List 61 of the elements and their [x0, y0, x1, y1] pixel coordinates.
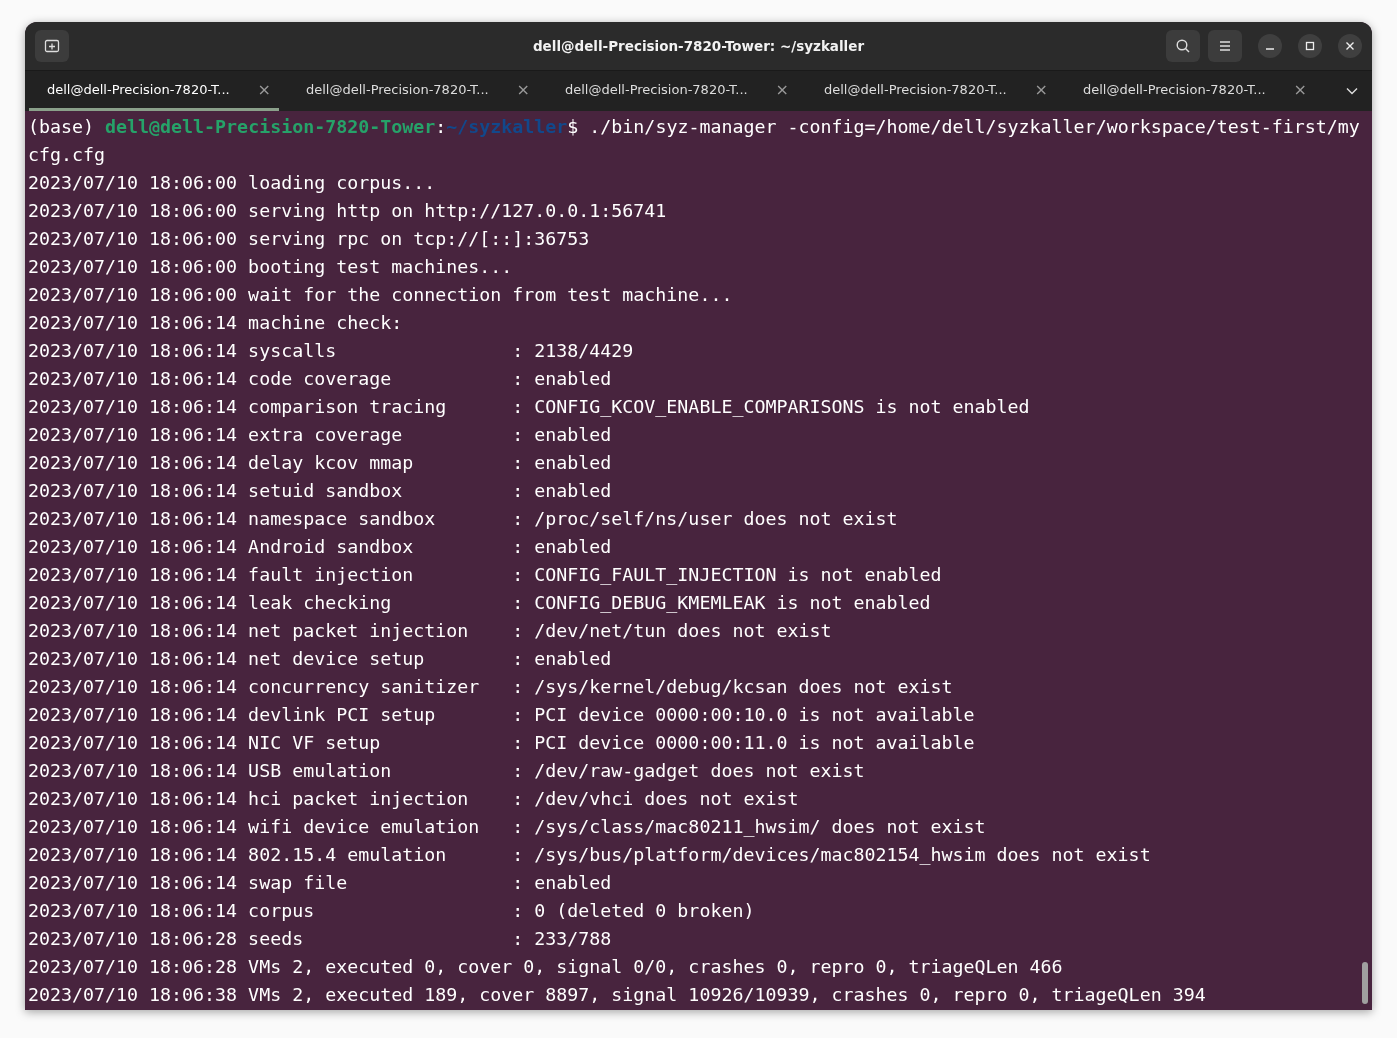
output-line: 2023/07/10 18:06:00 loading corpus... [28, 171, 436, 195]
output-line: 2023/07/10 18:06:14 extra coverage : enabled [28, 423, 612, 447]
tab-close-button[interactable]: × [1293, 80, 1307, 99]
terminal-tab[interactable]: dell@dell-Precision-7820-T... × [288, 71, 538, 111]
tab-label: dell@dell-Precision-7820-T... [306, 82, 489, 97]
minimize-icon [1266, 48, 1274, 50]
tab-label: dell@dell-Precision-7820-T... [1083, 82, 1266, 97]
chevron-down-icon [1346, 87, 1358, 95]
minimize-button[interactable] [1258, 34, 1282, 58]
search-icon [1175, 38, 1191, 54]
new-tab-icon [44, 38, 60, 54]
output-line: 2023/07/10 18:06:14 802.15.4 emulation : /sys/bus/platform/devices/mac802154_hwsim does not exist [28, 843, 1151, 867]
output-line: 2023/07/10 18:06:00 serving http on http://127.0.0.1:56741 [28, 199, 667, 223]
new-tab-button[interactable] [35, 30, 69, 62]
terminal-tab[interactable]: dell@dell-Precision-7820-T... × [29, 71, 279, 111]
output-line: 2023/07/10 18:06:28 seeds : 233/788 [28, 927, 612, 951]
close-button[interactable] [1338, 34, 1362, 58]
tab-close-button[interactable]: × [775, 80, 789, 99]
tab-label: dell@dell-Precision-7820-T... [565, 82, 748, 97]
output-line: 2023/07/10 18:06:14 syscalls : 2138/4429 [28, 339, 634, 363]
output-line: 2023/07/10 18:06:14 fault injection : CONFIG_FAULT_INJECTION is not enabled [28, 563, 942, 587]
scrollbar-thumb[interactable] [1362, 962, 1368, 1004]
maximize-icon [1305, 41, 1315, 51]
output-line: 2023/07/10 18:06:28 VMs 2, executed 0, cover 0, signal 0/0, crashes 0, repro 0, triageQLen 466 [28, 955, 1063, 979]
output-line: 2023/07/10 18:06:14 devlink PCI setup : PCI device 0000:00:10.0 is not available [28, 703, 975, 727]
output-line: 2023/07/10 18:06:14 concurrency sanitizer : /sys/kernel/debug/kcsan does not exist [28, 675, 953, 699]
output-line: 2023/07/10 18:06:14 machine check: [28, 311, 403, 335]
terminal-tab[interactable]: dell@dell-Precision-7820-T... × [806, 71, 1056, 111]
tab-close-button[interactable]: × [1034, 80, 1048, 99]
output-line: 2023/07/10 18:06:00 serving rpc on tcp://[::]:36753 [28, 227, 590, 251]
window-title: dell@dell-Precision-7820-Tower: ~/syzkaller [532, 38, 865, 54]
output-line: 2023/07/10 18:06:38 VMs 2, executed 189, cover 8897, signal 10926/10939, crashes 0, repro 0, triageQLen 394 [28, 983, 1206, 1007]
tab-close-button[interactable]: × [257, 80, 271, 99]
menu-button[interactable] [1208, 30, 1242, 62]
search-button[interactable] [1166, 30, 1200, 62]
menu-icon [1218, 40, 1232, 52]
output-line: 2023/07/10 18:06:14 hci packet injection : /dev/vhci does not exist [28, 787, 799, 811]
output-line: 2023/07/10 18:06:14 NIC VF setup : PCI device 0000:00:11.0 is not available [28, 731, 975, 755]
output-line: 2023/07/10 18:06:14 net device setup : enabled [28, 647, 612, 671]
output-line: 2023/07/10 18:06:14 namespace sandbox : /proc/self/ns/user does not exist [28, 507, 898, 531]
output-line: 2023/07/10 18:06:14 comparison tracing : CONFIG_KCOV_ENABLE_COMPARISONS is not enabled [28, 395, 1030, 419]
output-line: 2023/07/10 18:06:14 swap file : enabled [28, 871, 612, 895]
output-line: 2023/07/10 18:06:14 delay kcov mmap : enabled [28, 451, 612, 475]
output-line: 2023/07/10 18:06:00 booting test machines... [28, 255, 513, 279]
tab-label: dell@dell-Precision-7820-T... [47, 82, 230, 97]
output-line: 2023/07/10 18:06:14 leak checking : CONFIG_DEBUG_KMEMLEAK is not enabled [28, 591, 931, 615]
output-line: 2023/07/10 18:06:14 corpus : 0 (deleted 0 broken) [28, 899, 755, 923]
terminal-tab[interactable]: dell@dell-Precision-7820-T... × [547, 71, 797, 111]
maximize-button[interactable] [1298, 34, 1322, 58]
tab-close-button[interactable]: × [516, 80, 530, 99]
prompt-line: (base) dell@dell-Precision-7820-Tower:~/syzkaller$ ./bin/syz-manager -config=/home/dell/syzkaller/workspace/test-first/mycfg.cfg [28, 115, 1361, 167]
output-line: 2023/07/10 18:06:14 setuid sandbox : enabled [28, 479, 612, 503]
close-icon [1345, 41, 1355, 51]
terminal-tab[interactable]: dell@dell-Precision-7820-T... × [1065, 71, 1315, 111]
output-line: 2023/07/10 18:06:14 code coverage : enabled [28, 367, 612, 391]
output-line: 2023/07/10 18:06:14 net packet injection : /dev/net/tun does not exist [28, 619, 832, 643]
output-line: 2023/07/10 18:06:14 wifi device emulation : /sys/class/mac80211_hwsim/ does not exist [28, 815, 986, 839]
tab-label: dell@dell-Precision-7820-T... [824, 82, 1007, 97]
output-line: 2023/07/10 18:06:14 Android sandbox : enabled [28, 535, 612, 559]
output-line: 2023/07/10 18:06:14 USB emulation : /dev/raw-gadget does not exist [28, 759, 865, 783]
output-line: 2023/07/10 18:06:00 wait for the connection from test machine... [28, 283, 733, 307]
